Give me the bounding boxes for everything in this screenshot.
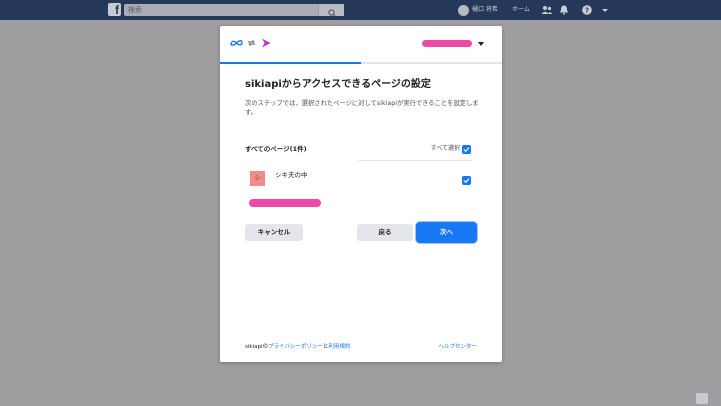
terms-link[interactable]: 利用規約 <box>328 344 350 350</box>
footer-legal-text: sikiapiのプライバシーポリシーと利用規約 <box>245 342 350 352</box>
bell-icon[interactable] <box>558 4 570 16</box>
page-checkbox[interactable] <box>462 176 471 185</box>
step-progress-fill <box>220 62 361 64</box>
next-button[interactable]: 次へ <box>417 223 476 242</box>
search-input[interactable]: 検索 <box>124 4 344 17</box>
search-placeholder: 検索 <box>128 6 142 14</box>
top-navigation-bar: f 検索 樋口 将希 ホーム ? <box>0 0 721 20</box>
privacy-policy-link[interactable]: プライバシーポリシー <box>268 344 323 350</box>
avatar <box>458 4 469 16</box>
checkmark-icon <box>463 146 470 152</box>
page-access-dialog: sikiapiからアクセスできるページの設定 次のステップでは、選択されたページ… <box>220 26 502 362</box>
help-icon[interactable]: ? <box>581 4 593 16</box>
redaction-bar <box>249 199 321 207</box>
back-button[interactable]: 戻る <box>357 224 413 241</box>
brand-logos <box>230 37 272 49</box>
dialog-title: sikiapiからアクセスできるページの設定 <box>245 79 431 90</box>
home-link[interactable]: ホーム <box>512 4 530 16</box>
app-logo-icon <box>262 38 271 48</box>
account-switcher[interactable] <box>422 40 484 47</box>
help-center-link[interactable]: ヘルプセンター <box>438 342 477 352</box>
select-all-checkbox[interactable] <box>462 144 471 154</box>
friends-icon[interactable] <box>541 4 553 16</box>
checkmark-icon <box>463 178 470 184</box>
account-name-redacted <box>422 40 472 47</box>
page-list-header: すべてのページ(1件) すべて選択 <box>245 142 471 156</box>
list-item[interactable]: シ シキ夫の中 <box>245 168 471 194</box>
page-thumbnail: シ <box>250 171 265 186</box>
dialog-footer: sikiapiのプライバシーポリシーと利用規約 ヘルプセンター <box>245 342 477 352</box>
cancel-button[interactable]: キャンセル <box>245 224 303 241</box>
svg-text:?: ? <box>585 6 589 14</box>
search-button[interactable] <box>318 4 344 17</box>
step-progress-bar <box>220 62 502 64</box>
meta-logo-icon <box>230 40 243 46</box>
facebook-logo-icon[interactable]: f <box>108 3 121 16</box>
footer-prefix: sikiapiの <box>245 344 268 350</box>
dialog-header <box>220 26 502 64</box>
divider <box>358 160 472 161</box>
select-all-label: すべて選択 <box>430 145 460 152</box>
profile-link[interactable]: 樋口 将希 <box>458 4 498 16</box>
user-name: 樋口 将希 <box>472 6 498 13</box>
link-arrows-icon <box>248 40 255 46</box>
chat-icon[interactable] <box>696 393 708 404</box>
search-icon <box>328 9 336 17</box>
page-name: シキ夫の中 <box>275 171 308 179</box>
dialog-description: 次のステップでは、選択されたページに対してsikiapiが実行できることを設定し… <box>245 100 479 116</box>
select-all-toggle[interactable]: すべて選択 <box>431 142 471 156</box>
caret-down-icon[interactable] <box>599 4 611 16</box>
page-count-heading: すべてのページ(1件) <box>245 145 307 153</box>
caret-down-icon <box>478 41 484 46</box>
